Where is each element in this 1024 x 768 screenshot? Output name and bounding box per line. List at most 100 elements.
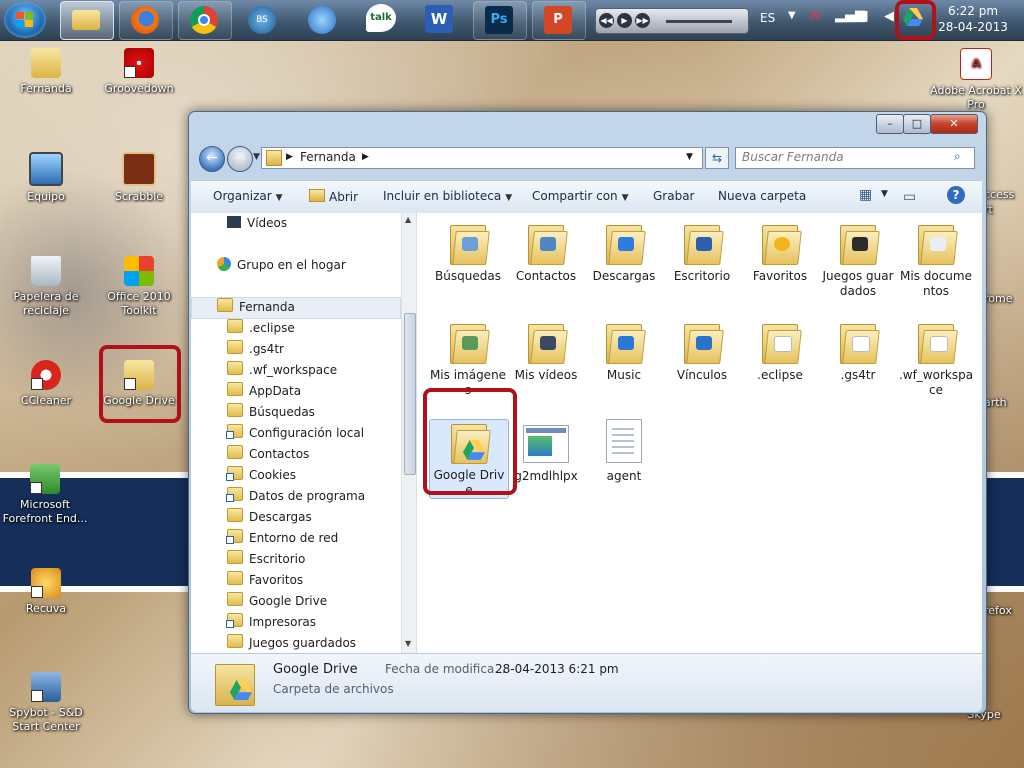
scroll-thumb[interactable] (404, 313, 416, 475)
include-library-button[interactable]: Incluir en biblioteca ▼ (383, 189, 512, 203)
word-icon[interactable]: W (425, 5, 453, 33)
nav-child-item[interactable]: .gs4tr (227, 339, 416, 359)
nav-child-item[interactable]: Datos de programa (226, 486, 416, 506)
bs-player-icon[interactable]: BS (248, 6, 276, 34)
nav-child-item[interactable]: .eclipse (227, 318, 416, 338)
folder-item[interactable]: Favoritos (741, 221, 819, 284)
taskbar-chrome-button[interactable] (178, 1, 232, 40)
google-drive-tray-icon[interactable] (903, 8, 923, 26)
play-icon[interactable]: ▶ (617, 13, 632, 28)
folder-item[interactable]: Mis imágenes (429, 320, 507, 398)
folder-shortcut-icon (226, 487, 243, 502)
next-icon[interactable]: ▶▶ (635, 13, 650, 28)
folder-item[interactable]: Mis documentos (897, 221, 975, 299)
folder-item[interactable]: Descargas (585, 221, 663, 284)
nav-child-item[interactable]: Entorno de red (226, 528, 416, 548)
desktop-icon-scrabble[interactable]: Scrabble (97, 152, 181, 204)
previous-icon[interactable]: ◀◀ (599, 13, 614, 28)
folder-item[interactable]: .eclipse (741, 320, 819, 383)
link-arrow-folder-icon (682, 320, 724, 364)
breadcrumb-separator-icon[interactable]: ▶ (362, 152, 369, 162)
folder-item[interactable]: Vínculos (663, 320, 741, 383)
folder-item[interactable]: Escritorio (663, 221, 741, 284)
taskbar-photoshop-button[interactable]: Ps (473, 1, 527, 40)
battery-icon[interactable]: ▮ (861, 8, 869, 24)
desktop-icon-groovedown[interactable]: Groovedown (97, 48, 181, 96)
refresh-button[interactable]: ⇆ (705, 147, 729, 169)
minimize-button[interactable]: – (876, 114, 904, 134)
nav-child-item[interactable]: Impresoras (226, 612, 416, 632)
preview-pane-icon[interactable]: ▭ (903, 189, 916, 205)
close-button[interactable]: ✕ (930, 114, 978, 134)
nav-child-item[interactable]: AppData (227, 381, 416, 401)
folder-item[interactable]: Juegos guardados (819, 221, 897, 299)
start-button[interactable] (4, 2, 46, 38)
nav-child-item[interactable]: Escritorio (227, 549, 416, 569)
nav-child-item[interactable]: Búsquedas (227, 402, 416, 422)
nav-child-item[interactable]: Google Drive (227, 591, 416, 611)
nav-child-item[interactable]: Configuración local (226, 423, 416, 443)
nav-child-item[interactable]: Descargas (227, 507, 416, 527)
organize-button[interactable]: Organizar ▼ (213, 189, 283, 203)
tray-expand-icon[interactable]: ▼ (788, 10, 796, 21)
history-dropdown-icon[interactable]: ▼ (253, 152, 260, 162)
folder-item[interactable]: .gs4tr (819, 320, 897, 383)
new-folder-button[interactable]: Nueva carpeta (718, 189, 806, 203)
help-icon[interactable]: ? (947, 186, 965, 204)
folder-item[interactable]: Music (585, 320, 663, 383)
folder-item[interactable]: Mis vídeos (507, 320, 585, 383)
desktop-icon-office-toolkit[interactable]: Office 2010 Toolkit (97, 256, 181, 318)
desktop-icon-acrobat[interactable]: A Adobe Acrobat X Pro (930, 48, 1022, 112)
maximize-button[interactable]: □ (903, 114, 931, 134)
nav-item-fernanda[interactable]: Fernanda (217, 297, 416, 317)
nav-item-videos[interactable]: Vídeos (227, 213, 416, 233)
file-item[interactable]: agent (585, 419, 663, 484)
volume-slider[interactable] (666, 20, 732, 23)
file-item[interactable]: g2mdlhlpx (507, 419, 585, 484)
desktop-icon-fernanda[interactable]: Fernanda (4, 48, 88, 96)
desktop-icon-recuva[interactable]: Recuva (4, 568, 88, 616)
breadcrumb-separator-icon[interactable]: ▶ (286, 152, 293, 162)
scroll-down-icon[interactable]: ▼ (405, 639, 411, 648)
system-clock[interactable]: 6:22 pm 28-04-2013 (938, 3, 1008, 35)
desktop-icon-ccleaner[interactable]: CCleaner (4, 360, 88, 408)
desktop-icon-label: Fernanda (20, 82, 72, 95)
breadcrumb-fernanda[interactable]: Fernanda (300, 150, 356, 164)
share-with-button[interactable]: Compartir con ▼ (532, 189, 629, 203)
folder-item[interactable]: Contactos (507, 221, 585, 284)
desktop-icon-recycle-bin[interactable]: Papelera de reciclaje (4, 256, 88, 318)
view-options-icon[interactable]: ▦ (859, 187, 872, 203)
folder-item[interactable]: .wf_workspace (897, 320, 975, 398)
forward-button[interactable]: → (227, 146, 253, 172)
open-button[interactable]: Abrir (309, 189, 358, 204)
google-talk-icon[interactable]: talk (366, 4, 396, 32)
scroll-up-icon[interactable]: ▲ (405, 215, 411, 224)
nav-child-item[interactable]: Juegos guardados (227, 633, 416, 653)
folder-shortcut-icon (226, 529, 243, 544)
taskbar-firefox-button[interactable] (119, 1, 173, 40)
nav-child-item[interactable]: Favoritos (227, 570, 416, 590)
nav-child-item[interactable]: Contactos (227, 444, 416, 464)
burn-button[interactable]: Grabar (653, 189, 695, 203)
view-dropdown-icon[interactable]: ▼ (881, 189, 888, 199)
nav-child-item[interactable]: Cookies (226, 465, 416, 485)
nav-item-label: Vídeos (247, 216, 288, 230)
search-input[interactable]: Buscar Fernanda ⌕ (735, 147, 975, 169)
gmail-notifier-icon[interactable]: ✉ (810, 9, 821, 24)
nav-item-label: Impresoras (249, 615, 317, 629)
desktop-icon-equipo[interactable]: Equipo (4, 152, 88, 204)
nav-child-item[interactable]: .wf_workspace (227, 360, 416, 380)
itunes-icon[interactable] (308, 6, 336, 34)
folder-item[interactable]: Búsquedas (429, 221, 507, 284)
address-bar[interactable]: ▶ Fernanda ▶ ▼ (261, 147, 703, 169)
taskbar-explorer-button[interactable] (60, 1, 114, 40)
desktop-icon-forefront[interactable]: Microsoft Forefront End... (0, 464, 90, 526)
back-button[interactable]: ← (199, 146, 225, 172)
desktop-folder-icon (682, 221, 724, 265)
nav-scrollbar[interactable]: ▲ ▼ (401, 213, 416, 653)
language-indicator[interactable]: ES (760, 11, 775, 25)
address-dropdown-icon[interactable]: ▼ (686, 152, 693, 162)
taskbar-powerpoint-button[interactable]: P (532, 1, 586, 40)
desktop-icon-spybot[interactable]: Spybot - S&D Start Center (4, 672, 88, 734)
nav-item-homegroup[interactable]: Grupo en el hogar (217, 255, 416, 275)
